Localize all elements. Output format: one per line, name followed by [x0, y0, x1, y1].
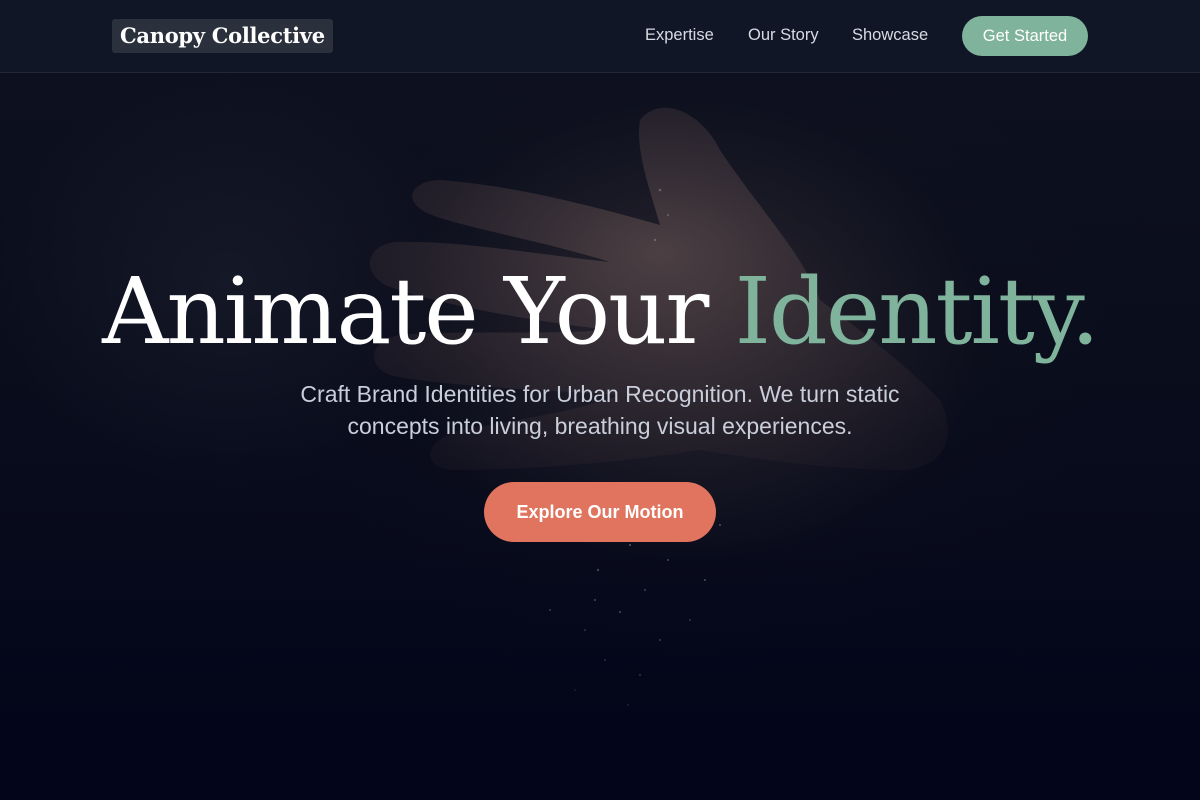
hero-title-accent: Identity.	[734, 258, 1100, 365]
get-started-button[interactable]: Get Started	[962, 16, 1088, 56]
nav-link-showcase[interactable]: Showcase	[852, 26, 928, 45]
nav-link-our-story[interactable]: Our Story	[748, 26, 819, 45]
top-navigation: Canopy Collective Expertise Our Story Sh…	[0, 0, 1200, 73]
explore-motion-button[interactable]: Explore Our Motion	[484, 482, 716, 542]
hero-subtitle: Craft Brand Identities for Urban Recogni…	[300, 381, 900, 439]
hero-title-main: Animate Your	[102, 258, 709, 365]
brand-logo[interactable]: Canopy Collective	[112, 19, 333, 53]
nav-link-expertise[interactable]: Expertise	[645, 26, 714, 45]
hero-title: Animate Your Identity.	[0, 252, 1200, 372]
